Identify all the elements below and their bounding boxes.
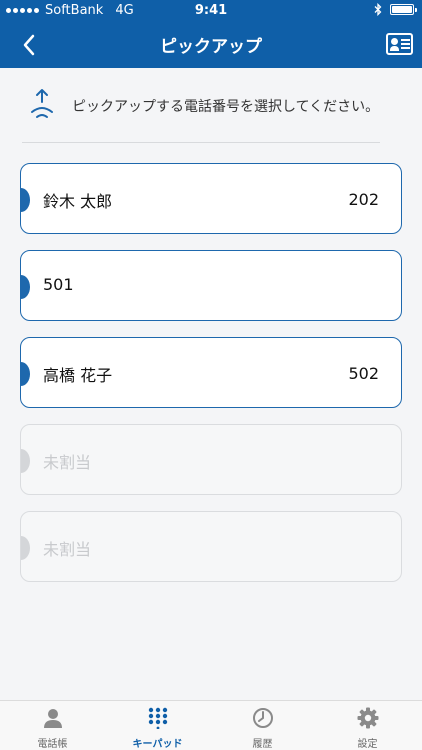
extension-item[interactable]: 501 [20,250,402,321]
item-tab [21,536,30,560]
keypad-icon [148,707,168,729]
divider [22,142,380,143]
extension-name: 未割当 [43,540,92,559]
clock-icon [253,708,273,728]
status-time: 9:41 [194,3,228,18]
page-title: ピックアップ [160,37,262,57]
item-tab [21,449,30,473]
extension-list: 鈴木 太郎 202 501 高橋 花子 502 未割当 未割当 [20,163,402,598]
extension-item[interactable]: 鈴木 太郎 202 [20,163,402,234]
tab-keypad[interactable]: キーパッド [105,701,210,750]
item-tab [21,362,30,386]
tab-label: 設定 [357,739,378,750]
battery-icon [390,4,417,15]
tab-label: 電話帳 [37,739,68,750]
tab-history[interactable]: 履歴 [210,701,315,750]
tab-label: 履歴 [252,739,273,750]
tab-label: キーパッド [132,739,183,750]
pickup-icon [31,89,53,118]
extension-name: 未割当 [43,453,92,472]
extension-name: 鈴木 太郎 [43,192,113,211]
gear-icon [357,707,379,729]
extension-number: 202 [348,190,379,209]
tab-bar: 電話帳 キーパッド 履歴 設定 [0,700,422,750]
extension-number: 502 [348,364,379,383]
bluetooth-icon [374,3,382,16]
extension-item-unassigned: 未割当 [20,424,402,495]
extension-item[interactable]: 高橋 花子 502 [20,337,402,408]
instruction-row: ピックアップする電話番号を選択してください。 [22,88,402,128]
item-tab [21,188,30,212]
status-bar: SoftBank 4G 9:41 [0,0,422,22]
person-icon [44,709,62,728]
instruction-text: ピックアップする電話番号を選択してください。 [72,99,380,115]
navigation-bar: ピックアップ [0,22,422,66]
extension-item-unassigned: 未割当 [20,511,402,582]
tab-settings[interactable]: 設定 [315,701,420,750]
tab-phonebook[interactable]: 電話帳 [0,701,105,750]
item-tab [21,275,30,299]
extension-name: 501 [43,275,74,294]
extension-name: 高橋 花子 [43,366,113,385]
contact-card-button[interactable] [386,33,413,55]
header: SoftBank 4G 9:41 ピックアップ [0,0,422,68]
